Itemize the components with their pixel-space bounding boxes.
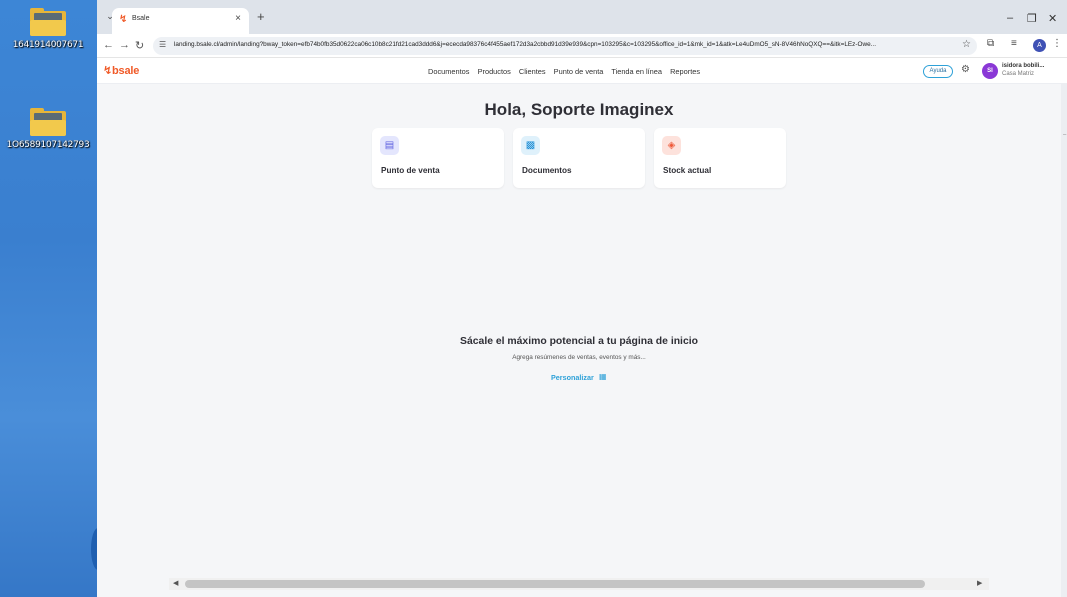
address-bar[interactable]: ☰ landing.bsale.cl/admin/landing?bway_to…: [153, 37, 977, 55]
nav-item-punto-de-venta[interactable]: Punto de venta: [554, 67, 604, 76]
card-punto-de-venta[interactable]: ▤ Punto de venta: [372, 128, 504, 188]
customize-title: Sácale el máximo potencial a tu página d…: [460, 336, 698, 347]
desktop-folder[interactable]: 1O6589107142793: [4, 108, 92, 150]
card-documentos[interactable]: ▩ Documentos: [513, 128, 645, 188]
forward-icon[interactable]: →: [119, 39, 130, 51]
user-name[interactable]: isidora bobili...: [1002, 63, 1044, 69]
back-icon[interactable]: ←: [103, 39, 114, 51]
restore-icon[interactable]: ❐: [1027, 12, 1037, 25]
user-avatar[interactable]: SI: [982, 63, 998, 79]
menu-kebab-icon[interactable]: ⋮: [1052, 38, 1062, 49]
reload-icon[interactable]: ↻: [135, 39, 144, 52]
desktop-folder-label: 1641914007671: [12, 40, 84, 50]
box-icon: ◈: [662, 136, 681, 155]
tab-title: Bsale: [132, 15, 150, 22]
bsale-logo[interactable]: ↯bsale: [103, 64, 139, 77]
horizontal-scrollbar[interactable]: ◀ ▶: [169, 578, 989, 590]
main-nav: Documentos Productos Clientes Punto de v…: [428, 67, 706, 76]
new-tab-icon[interactable]: +: [257, 10, 265, 23]
profile-avatar[interactable]: A: [1033, 39, 1046, 52]
url-text: landing.bsale.cl/admin/landing?bway_toke…: [174, 41, 876, 48]
nav-item-clientes[interactable]: Clientes: [519, 67, 546, 76]
tab-strip: ⌄ ↯ Bsale × + – ❐ ✕: [97, 0, 1067, 34]
customize-link[interactable]: Personalizar: [551, 373, 594, 382]
close-window-icon[interactable]: ✕: [1048, 12, 1057, 25]
documents-icon: ▩: [521, 136, 540, 155]
card-label: Stock actual: [663, 166, 712, 175]
close-tab-icon[interactable]: ×: [235, 13, 241, 24]
page-greeting: Hola, Soporte Imaginex: [484, 100, 674, 119]
desktop-background: 1641914007671 1O6589107142793: [0, 0, 97, 597]
scroll-marker-icon: –: [1063, 132, 1067, 138]
card-stock-actual[interactable]: ◈ Stock actual: [654, 128, 786, 188]
reading-list-icon[interactable]: ≡: [1011, 38, 1017, 49]
minimize-icon[interactable]: –: [1007, 12, 1013, 24]
customize-grid-icon[interactable]: ▦: [599, 372, 607, 381]
card-label: Punto de venta: [381, 166, 440, 175]
bookmark-star-icon[interactable]: ☆: [962, 39, 971, 50]
scrollbar-thumb[interactable]: [185, 580, 925, 588]
nav-item-reportes[interactable]: Reportes: [670, 67, 700, 76]
scroll-right-icon[interactable]: ▶: [977, 579, 982, 587]
bsale-favicon-icon: ↯: [119, 14, 128, 25]
desktop-folder-label: 1O6589107142793: [6, 140, 90, 150]
app-header: ↯bsale Documentos Productos Clientes Pun…: [97, 58, 1067, 84]
site-info-icon[interactable]: ☰: [159, 40, 166, 49]
folder-icon: [30, 8, 66, 36]
browser-tab[interactable]: ↯ Bsale ×: [112, 8, 249, 34]
browser-window: ⌄ ↯ Bsale × + – ❐ ✕ ← → ↻ ☰ landing.bsal…: [97, 0, 1067, 597]
desktop-folder[interactable]: 1641914007671: [4, 8, 92, 50]
page-scroll-gutter: [1061, 84, 1067, 597]
extensions-icon[interactable]: ⧉: [987, 38, 994, 49]
nav-item-tienda-en-linea[interactable]: Tienda en línea: [611, 67, 662, 76]
nav-item-documentos[interactable]: Documentos: [428, 67, 470, 76]
browser-toolbar: ← → ↻ ☰ landing.bsale.cl/admin/landing?b…: [97, 34, 1067, 58]
main-content: Hola, Soporte Imaginex ▤ Punto de venta …: [97, 84, 1067, 597]
folder-icon: [30, 108, 66, 136]
user-branch: Casa Matriz: [1002, 71, 1035, 77]
gear-icon[interactable]: ⚙: [961, 64, 970, 75]
receipt-icon: ▤: [380, 136, 399, 155]
nav-item-productos[interactable]: Productos: [478, 67, 511, 76]
card-label: Documentos: [522, 166, 572, 175]
scroll-left-icon[interactable]: ◀: [173, 579, 178, 587]
customize-subtitle: Agrega resúmenes de ventas, eventos y má…: [512, 354, 646, 361]
help-button[interactable]: Ayuda: [923, 65, 953, 78]
